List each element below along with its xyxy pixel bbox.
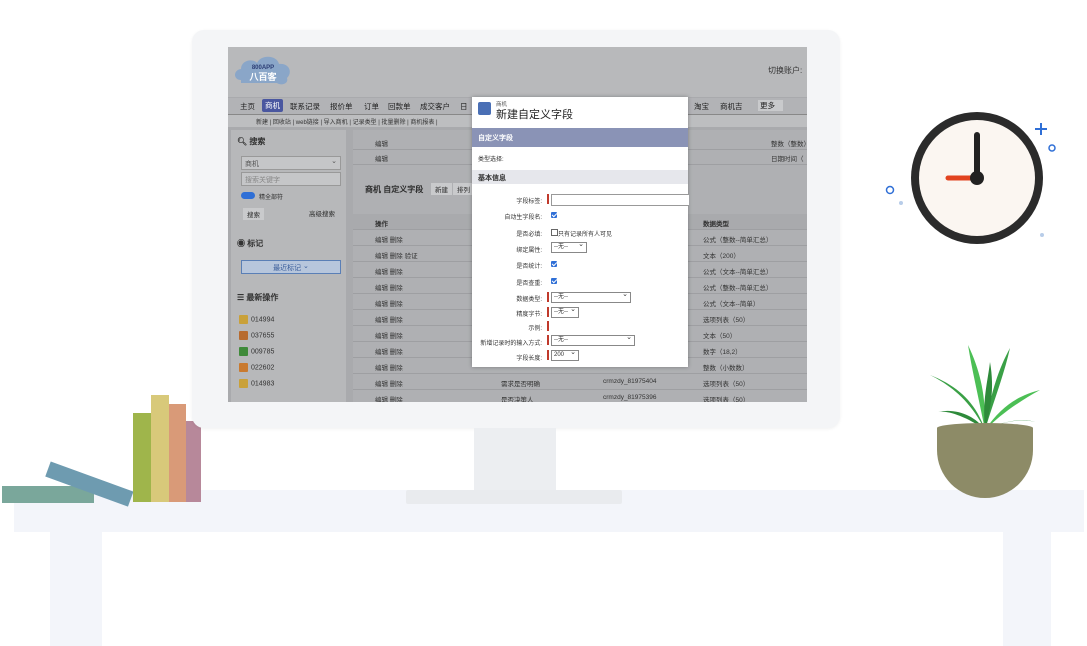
list-icon: ☰	[237, 293, 245, 302]
user-icon	[478, 102, 491, 115]
desk-leg-left	[50, 530, 102, 646]
auto-name-checkbox[interactable]	[551, 212, 557, 218]
nav-item-contact-log[interactable]: 联系记录	[290, 101, 320, 112]
decimal-select[interactable]: --无--	[551, 305, 579, 318]
search-toggle[interactable]	[241, 192, 255, 199]
app-header	[228, 47, 807, 97]
list-item[interactable]: 037655	[239, 331, 274, 340]
nav-item-home[interactable]: 主页	[240, 101, 255, 112]
required-label: 是否必填:	[516, 232, 542, 238]
field-label-input[interactable]	[551, 194, 689, 206]
plant-pot	[937, 428, 1033, 498]
section-title: 商机 自定义字段	[365, 185, 424, 194]
nav-item-payment[interactable]: 回款单	[388, 101, 411, 112]
formula-label: 示例:	[528, 326, 542, 332]
relation-label: 绑定属性:	[516, 248, 542, 254]
logo-text: 800APP	[252, 65, 274, 71]
search-button[interactable]: 搜索	[243, 208, 264, 220]
required-checkbox[interactable]	[551, 229, 558, 236]
unique-checkbox[interactable]	[551, 278, 557, 284]
search-object-select[interactable]: 商机 ⌄	[241, 156, 341, 170]
list-item[interactable]: 014983	[239, 379, 274, 388]
logo-name: 八百客	[248, 71, 277, 82]
list-item[interactable]: 009785	[239, 347, 274, 356]
recent-title: ☰ 最新操作	[237, 293, 279, 302]
screen: 800APP 八百客 切换账户: 主页 商机 联系记录 报价单 订单 回款单 成…	[228, 47, 807, 402]
stats-checkbox[interactable]	[551, 261, 557, 267]
nav-item-order[interactable]: 订单	[364, 101, 379, 112]
clock-illustration	[885, 112, 1056, 244]
basic-info-section: 基本信息	[472, 170, 688, 184]
switch-account-label[interactable]: 切换账户:	[768, 65, 802, 76]
app-logo: 800APP 八百客	[235, 56, 290, 85]
length-select[interactable]: 200	[551, 348, 579, 361]
search-toggle-label: 精全部符	[259, 195, 284, 201]
table-row: 编辑 删除 需求是否明确 crmzdy_81975404 选项列表（50）	[353, 374, 807, 390]
data-type-select[interactable]: --无--	[551, 290, 631, 303]
relation-select[interactable]: --无--	[551, 240, 587, 253]
decimal-label: 精度字节:	[516, 312, 542, 318]
new-button[interactable]: 新建	[431, 183, 452, 195]
type-label: 类型选择:	[478, 157, 504, 163]
eye-icon: ◉	[237, 239, 245, 248]
search-title: 🔍︎ 搜索	[237, 137, 266, 146]
record-icon	[239, 347, 248, 356]
auto-name-label: 自动生字段名:	[504, 215, 542, 221]
unique-label: 是否查重:	[516, 281, 542, 287]
new-custom-field-dialog: 商机 新建自定义字段 自定义字段 类型选择: 基本信息 字段标签: 自动生字段名…	[472, 97, 689, 367]
tags-title: ◉ 标记	[237, 239, 264, 248]
desk-leg-right	[1003, 530, 1051, 646]
nav-item-taobao[interactable]: 淘宝	[694, 101, 709, 112]
monitor-base	[406, 490, 622, 504]
advanced-search-link[interactable]: 高级搜索	[309, 208, 335, 218]
sidebar: 🔍︎ 搜索 商机 ⌄ 搜索关键字 精全部符 搜索 高级搜索 ◉ 标记 最近标记 ⌄…	[231, 130, 346, 402]
chevron-down-icon: ⌄	[331, 158, 337, 165]
list-item[interactable]: 014994	[239, 315, 274, 324]
all-visible-label: 只有记录所有人可见	[558, 232, 613, 238]
record-icon	[239, 315, 248, 324]
stats-label: 是否统计:	[516, 264, 542, 270]
record-icon	[239, 331, 248, 340]
table-row: 编辑 删除 是否决策人 crmzdy_81975396 选项列表（50）	[353, 390, 807, 402]
sort-button[interactable]: 排列	[453, 183, 474, 195]
length-label: 字段长度:	[516, 356, 542, 362]
record-icon	[239, 379, 248, 388]
list-item[interactable]: 022602	[239, 363, 274, 372]
search-input[interactable]: 搜索关键字	[241, 172, 341, 186]
nav-item-more-left[interactable]: 日	[460, 101, 468, 112]
input-mode-label: 新增记录时的输入方式:	[480, 341, 542, 347]
monitor-neck	[474, 428, 556, 490]
record-icon	[239, 363, 248, 372]
field-label-label: 字段标签:	[516, 199, 542, 205]
nav-more-dropdown[interactable]: 更多	[758, 100, 783, 111]
data-type-label: 数据类型:	[516, 297, 542, 303]
subnav-links[interactable]: 新建 | 回收站 | web链接 | 导入商机 | 记录类型 | 批量删除 | …	[256, 117, 438, 126]
nav-item-opportunity[interactable]: 商机	[262, 99, 283, 112]
nav-item-customer[interactable]: 成交客户	[420, 101, 450, 112]
dialog-title: 新建自定义字段	[496, 109, 573, 121]
nav-item-opportunity-lib[interactable]: 商机吉	[720, 101, 743, 112]
nav-item-quote[interactable]: 报价单	[330, 101, 353, 112]
input-mode-select[interactable]: --无--	[551, 333, 635, 346]
dialog-section-bar: 自定义字段	[472, 128, 688, 147]
recent-tags-select[interactable]: 最近标记 ⌄	[241, 260, 341, 274]
